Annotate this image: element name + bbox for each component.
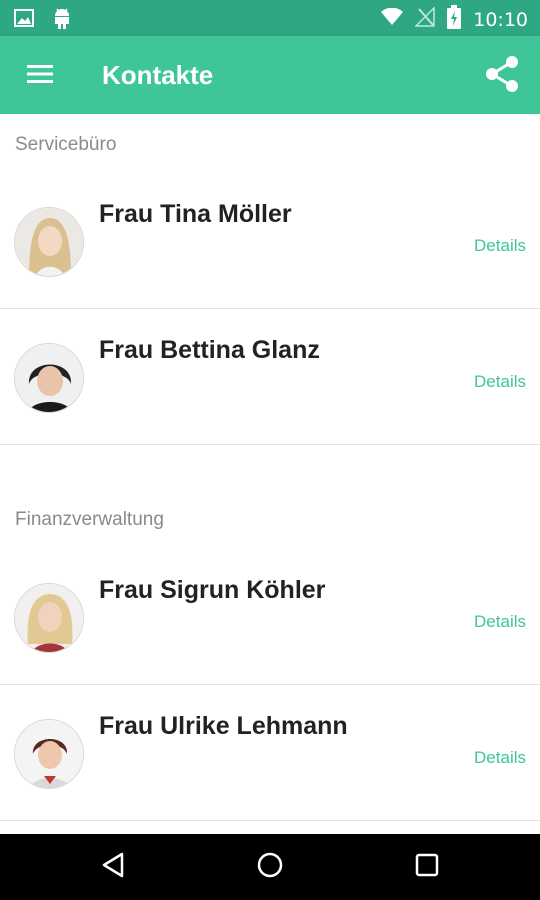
wifi-icon (381, 7, 404, 31)
menu-icon (27, 64, 53, 89)
avatar (14, 207, 84, 277)
page-title: Kontakte (102, 60, 214, 90)
home-icon (256, 851, 284, 884)
no-signal-icon (414, 6, 435, 32)
recents-icon (414, 852, 440, 883)
navigation-bar (0, 834, 540, 900)
details-link[interactable]: Details (474, 372, 526, 392)
avatar (14, 343, 84, 413)
details-link[interactable]: Details (474, 236, 526, 256)
contact-item[interactable]: Frau Ulrike Lehmann Details (0, 685, 540, 821)
back-button[interactable] (93, 847, 133, 887)
avatar (14, 583, 84, 653)
section-header-finanzverwaltung: Finanzverwaltung (15, 509, 164, 530)
contact-item[interactable]: Frau Bettina Glanz Details (0, 309, 540, 445)
back-icon (100, 851, 126, 884)
battery-charging-icon (447, 5, 462, 34)
contact-name: Frau Tina Möller (99, 200, 292, 228)
contact-list[interactable]: Servicebüro Frau Tina Möller Details Fra… (0, 114, 540, 834)
contact-name: Frau Ulrike Lehmann (99, 712, 348, 740)
home-button[interactable] (250, 847, 290, 887)
app-bar: Kontakte (0, 36, 540, 114)
image-icon (14, 8, 34, 33)
status-time: 10:10 (473, 8, 528, 31)
contact-item[interactable]: Frau Tina Möller Details (0, 173, 540, 309)
section-header-servicebuero: Servicebüro (15, 134, 117, 155)
share-button[interactable] (480, 54, 524, 98)
recents-button[interactable] (407, 847, 447, 887)
share-icon (484, 55, 520, 98)
contact-item[interactable]: Frau Sigrun Köhler Details (0, 549, 540, 685)
details-link[interactable]: Details (474, 612, 526, 632)
android-icon (52, 6, 72, 35)
details-link[interactable]: Details (474, 748, 526, 768)
contact-name: Frau Bettina Glanz (99, 336, 320, 364)
status-bar: 10:10 (0, 0, 540, 36)
avatar (14, 719, 84, 789)
contact-name: Frau Sigrun Köhler (99, 576, 326, 604)
menu-button[interactable] (20, 56, 60, 96)
